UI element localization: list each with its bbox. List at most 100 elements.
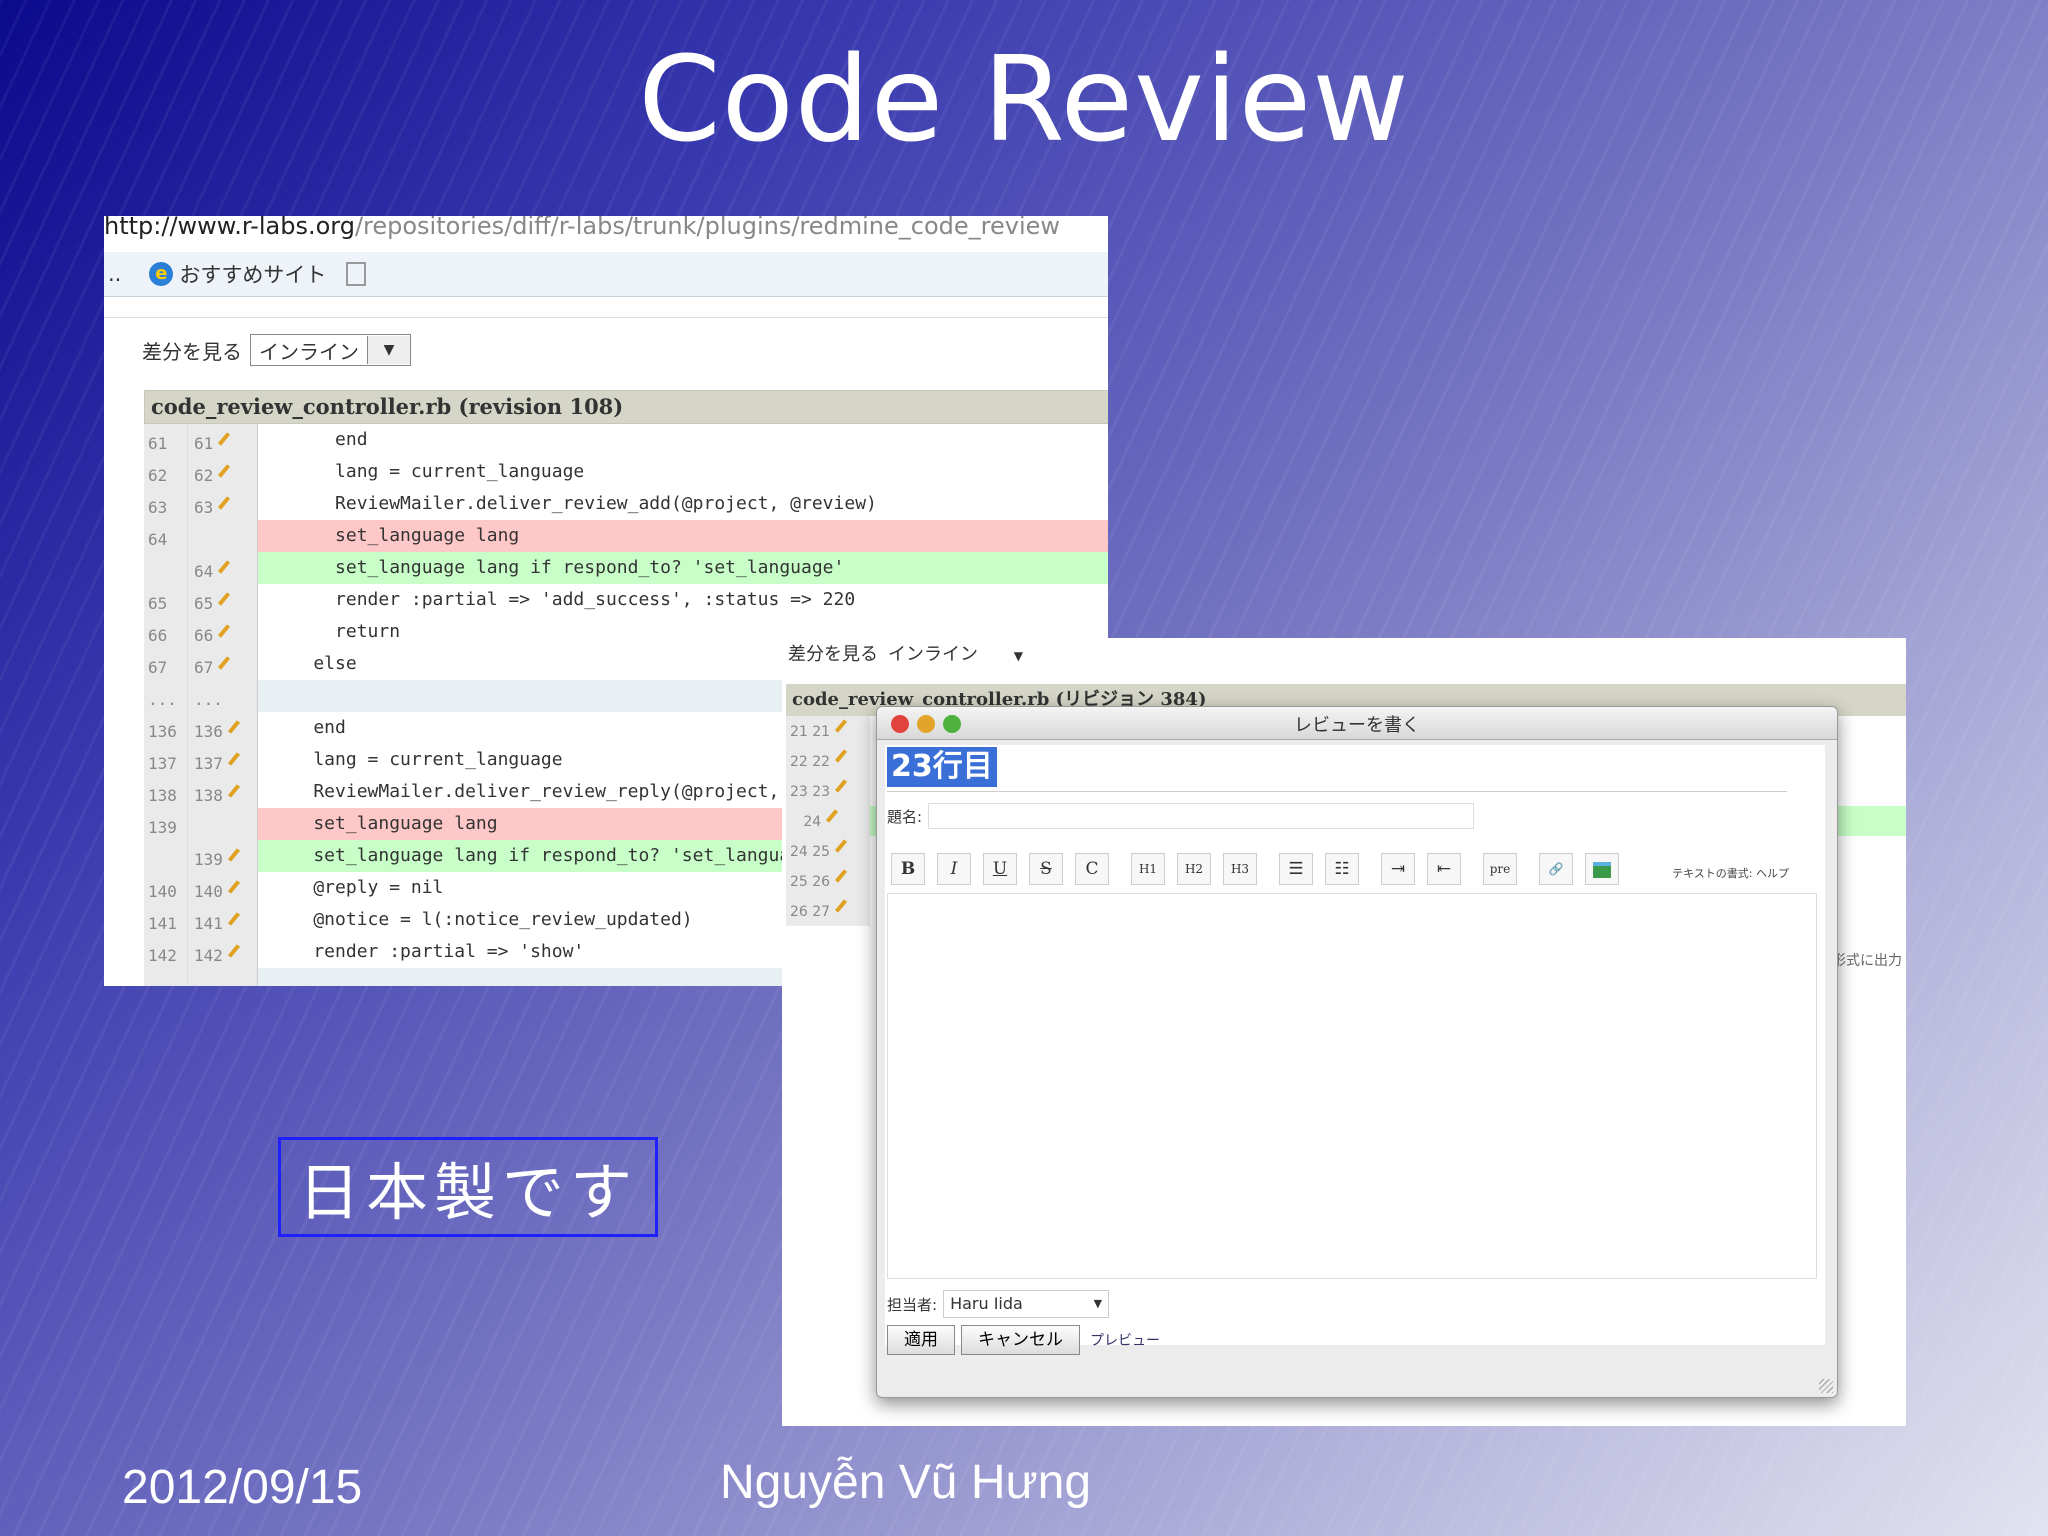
pencil-icon[interactable] bbox=[835, 899, 848, 913]
code-button[interactable]: C bbox=[1075, 853, 1109, 885]
strikethrough-button[interactable]: S bbox=[1029, 853, 1063, 885]
new-line-number: ... bbox=[188, 968, 258, 986]
old-line-number: 61 bbox=[144, 424, 188, 456]
pencil-icon[interactable] bbox=[218, 560, 231, 574]
pencil-icon[interactable] bbox=[835, 749, 848, 763]
subject-input[interactable] bbox=[928, 803, 1475, 829]
bold-button[interactable]: B bbox=[891, 853, 925, 885]
diff-view-value: インライン bbox=[888, 644, 978, 665]
diff-row: 63 63 ReviewMailer.deliver_review_add(@pr… bbox=[144, 488, 1108, 520]
new-line-number: 142 bbox=[188, 936, 258, 968]
pencil-icon[interactable] bbox=[218, 624, 231, 638]
url-path: /repositories/diff/r-labs/trunk/plugins/… bbox=[354, 216, 1061, 240]
review-textarea[interactable] bbox=[887, 893, 1817, 1279]
indent-icon[interactable]: ⇥ bbox=[1381, 853, 1415, 885]
new-line-number: 65 bbox=[188, 584, 258, 616]
favorites-link[interactable]: おすすめサイト bbox=[179, 259, 326, 289]
pencil-icon[interactable] bbox=[218, 656, 231, 670]
new-line-number-text: 67 bbox=[194, 658, 214, 677]
pencil-icon[interactable] bbox=[835, 839, 848, 853]
heading1-button[interactable]: H1 bbox=[1131, 853, 1165, 885]
pencil-icon[interactable] bbox=[826, 809, 839, 823]
new-line-number-text: 140 bbox=[194, 882, 223, 901]
line-numbers-text: 26 27 bbox=[790, 904, 831, 920]
chevron-down-icon[interactable]: ▼ bbox=[367, 336, 410, 364]
old-line-number: 63 bbox=[144, 488, 188, 520]
pencil-icon[interactable] bbox=[835, 869, 848, 883]
heading3-button[interactable]: H3 bbox=[1223, 853, 1257, 885]
old-line-number: 142 bbox=[144, 936, 188, 968]
outdent-icon[interactable]: ⇤ bbox=[1427, 853, 1461, 885]
pencil-icon[interactable] bbox=[227, 720, 240, 734]
underline-button[interactable]: U bbox=[983, 853, 1017, 885]
resize-handle[interactable] bbox=[1819, 1379, 1833, 1393]
ordered-list-icon[interactable]: ☷ bbox=[1325, 853, 1359, 885]
pencil-icon[interactable] bbox=[227, 848, 240, 862]
old-line-number bbox=[144, 552, 188, 584]
new-line-number: 66 bbox=[188, 616, 258, 648]
diff-view-row: 差分を見る インライン ▼ bbox=[142, 334, 411, 366]
image-icon[interactable] bbox=[1585, 853, 1619, 885]
assignee-row: 担当者: Haru Iida ▼ bbox=[887, 1290, 1110, 1318]
assignee-select[interactable]: Haru Iida ▼ bbox=[943, 1290, 1110, 1318]
pencil-icon[interactable] bbox=[218, 432, 231, 446]
text-format-help[interactable]: テキストの書式: ヘルプ bbox=[1672, 865, 1789, 881]
line-numbers: 24 bbox=[786, 806, 870, 836]
line-numbers-text: 24 25 bbox=[790, 844, 831, 860]
favorites-bar: .. e おすすめサイト bbox=[104, 252, 1108, 297]
code-line: lang = current_language bbox=[270, 461, 585, 482]
new-line-number bbox=[188, 808, 258, 840]
new-line-number: 139 bbox=[188, 840, 258, 872]
new-line-number-text: 64 bbox=[194, 562, 214, 581]
address-bar[interactable]: http://www.r-labs.org/repositories/diff/… bbox=[104, 216, 1108, 252]
pencil-icon[interactable] bbox=[218, 496, 231, 510]
pre-button[interactable]: pre bbox=[1483, 853, 1517, 885]
code-line: render :partial => 'add_success', :statu… bbox=[270, 589, 856, 610]
diff-view-value: インライン bbox=[259, 339, 359, 364]
link-icon[interactable]: 🔗 bbox=[1539, 853, 1573, 885]
pencil-icon[interactable] bbox=[218, 592, 231, 606]
new-line-number-text: 138 bbox=[194, 786, 223, 805]
subject-row: 題名: bbox=[887, 803, 1475, 829]
old-line-number: 138 bbox=[144, 776, 188, 808]
chevron-down-icon[interactable]: ▼ bbox=[1014, 649, 1023, 663]
line-numbers: 21 21 bbox=[786, 716, 870, 746]
code-line: ReviewMailer.deliver_review_add(@project… bbox=[270, 493, 877, 514]
line-numbers-text: 23 23 bbox=[790, 784, 831, 800]
heading2-button[interactable]: H2 bbox=[1177, 853, 1211, 885]
new-line-number: 137 bbox=[188, 744, 258, 776]
url-host: http://www.r-labs.org bbox=[104, 216, 355, 240]
subject-label: 題名: bbox=[887, 807, 923, 826]
slide-title: Code Review bbox=[638, 30, 1410, 168]
old-line-number: 136 bbox=[144, 712, 188, 744]
page-icon[interactable] bbox=[346, 262, 367, 286]
pencil-icon[interactable] bbox=[227, 752, 240, 766]
pencil-icon[interactable] bbox=[218, 464, 231, 478]
new-line-number-text: 139 bbox=[194, 850, 223, 869]
diff-view-label: 差分を見る bbox=[788, 644, 878, 665]
pencil-icon[interactable] bbox=[227, 784, 240, 798]
editor-toolbar: B I U S C H1 H2 H3 ☰ ☷ ⇥ ⇤ pre 🔗 bbox=[891, 853, 1631, 885]
unordered-list-icon[interactable]: ☰ bbox=[1279, 853, 1313, 885]
line-numbers: 22 22 bbox=[786, 746, 870, 776]
dialog-titlebar: レビューを書く bbox=[877, 707, 1837, 740]
new-line-number-text: ... bbox=[194, 978, 223, 986]
apply-button[interactable]: 適用 bbox=[887, 1325, 955, 1355]
old-line-number: ... bbox=[144, 680, 188, 712]
preview-link[interactable]: プレビュー bbox=[1090, 1330, 1160, 1350]
diff-view-select[interactable]: インライン ▼ bbox=[888, 640, 1023, 666]
cancel-button[interactable]: キャンセル bbox=[961, 1325, 1080, 1355]
pencil-icon[interactable] bbox=[227, 880, 240, 894]
pencil-icon[interactable] bbox=[835, 779, 848, 793]
diff-view-select[interactable]: インライン ▼ bbox=[250, 334, 411, 366]
line-number-label: 23行目 bbox=[887, 747, 997, 787]
pencil-icon[interactable] bbox=[227, 912, 240, 926]
diff-row: 65 65 render :partial => 'add_success', :… bbox=[144, 584, 1108, 616]
pencil-icon[interactable] bbox=[835, 719, 848, 733]
italic-button[interactable]: I bbox=[937, 853, 971, 885]
chevron-down-icon[interactable]: ▼ bbox=[1094, 1291, 1102, 1317]
pencil-icon[interactable] bbox=[227, 944, 240, 958]
old-line-number: 65 bbox=[144, 584, 188, 616]
line-numbers: 23 23 bbox=[786, 776, 870, 806]
old-line-number: 137 bbox=[144, 744, 188, 776]
